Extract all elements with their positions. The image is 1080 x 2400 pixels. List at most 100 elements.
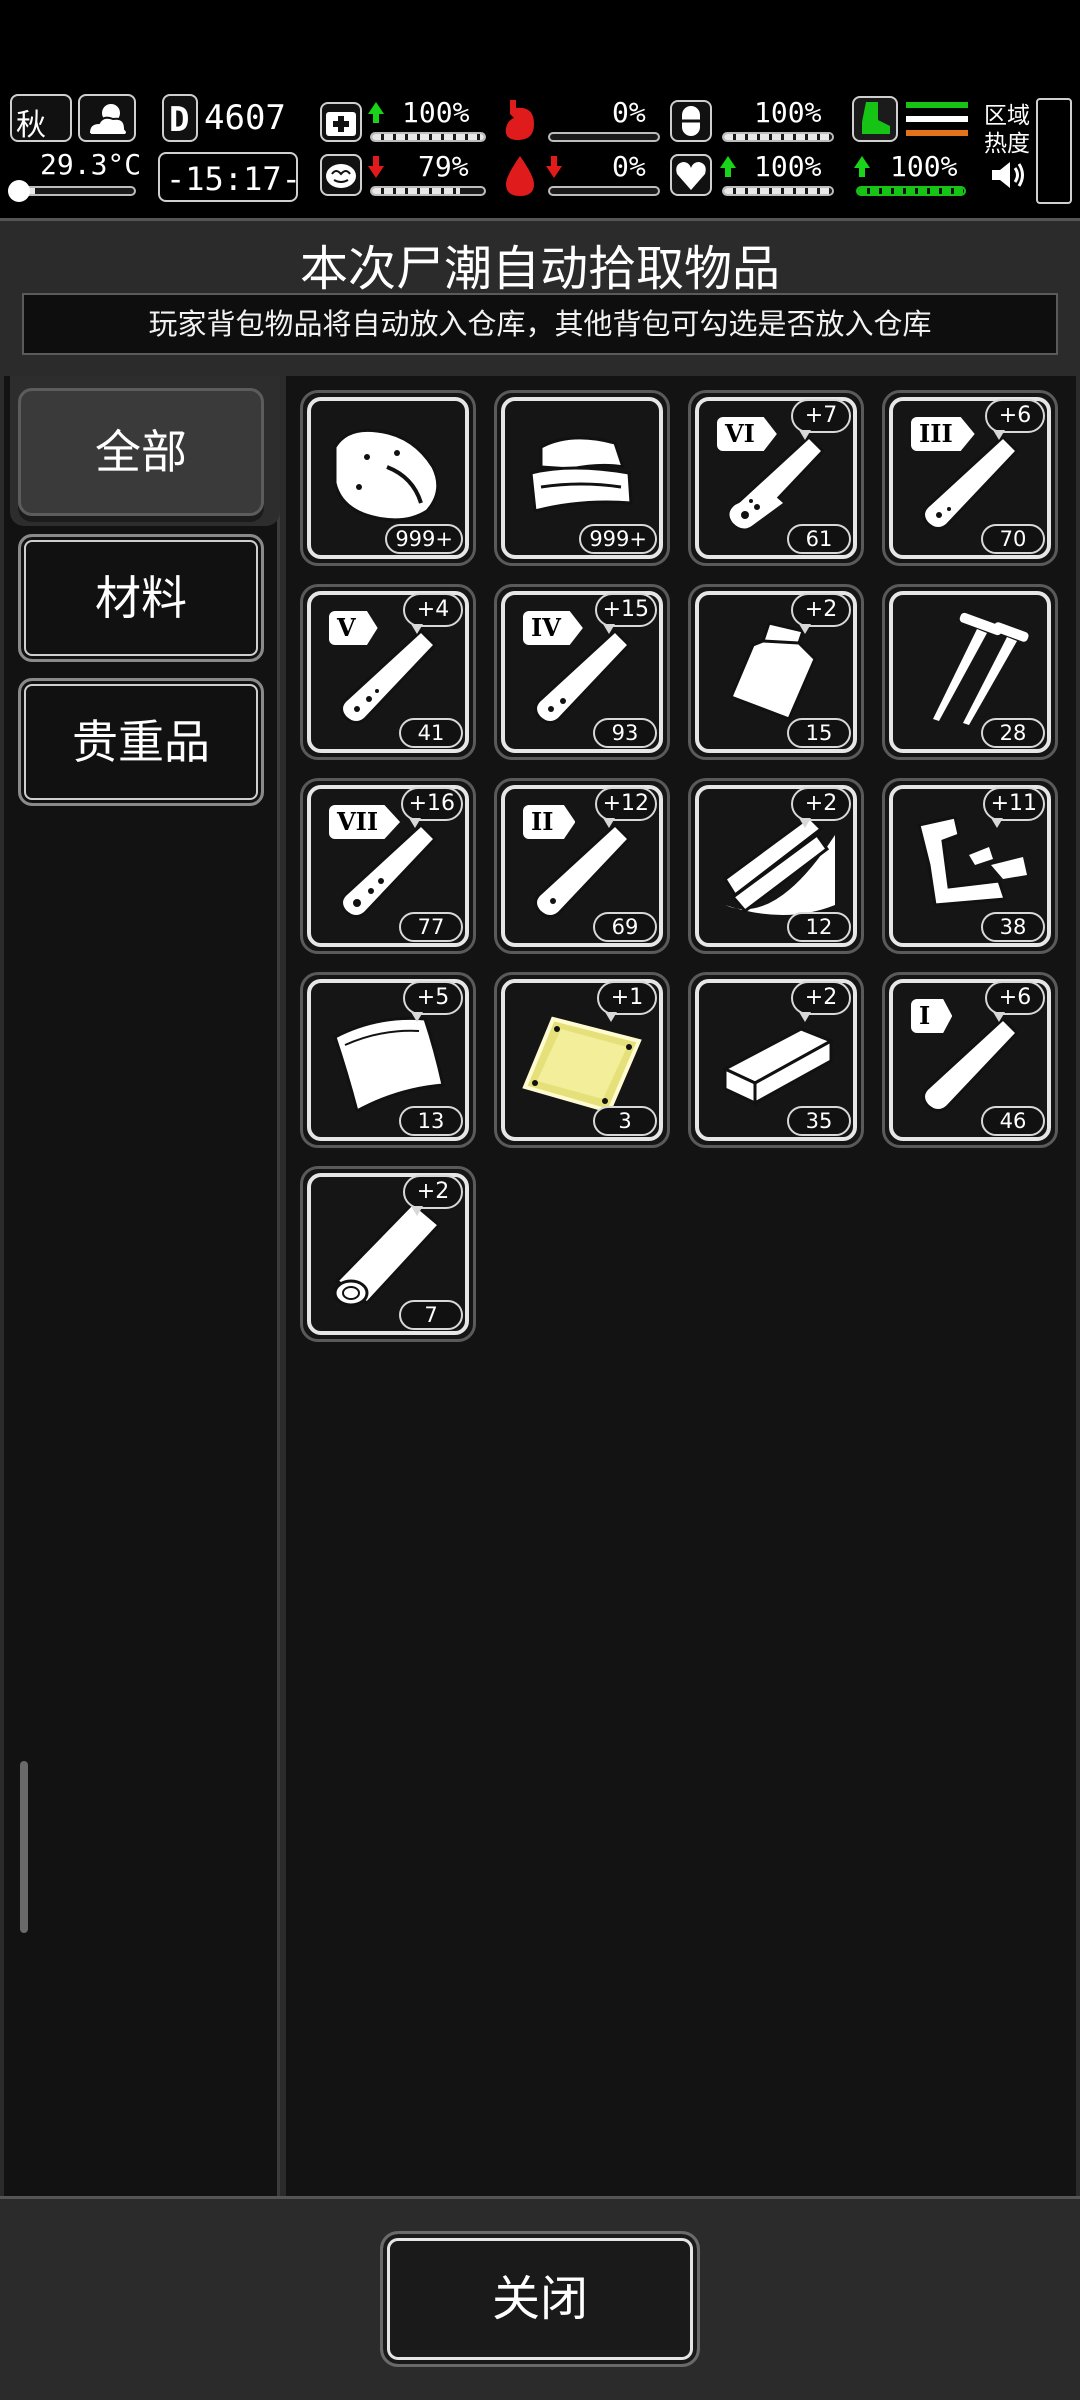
hunger-value: 0% bbox=[612, 96, 646, 129]
item-slot-nails[interactable]: 28 bbox=[882, 584, 1058, 760]
speed-bar bbox=[856, 186, 966, 196]
tab-all-label: 全部 bbox=[95, 425, 187, 479]
speed-up-arrow bbox=[854, 156, 870, 177]
pill-icon bbox=[670, 100, 712, 142]
item-bonus: +12 bbox=[594, 787, 657, 828]
thermometer-icon bbox=[8, 180, 30, 202]
item-count: 46 bbox=[981, 1106, 1045, 1136]
item-bonus: +16 bbox=[400, 787, 463, 828]
item-bonus: +6 bbox=[985, 399, 1045, 440]
day-counter: 4607 bbox=[204, 98, 286, 138]
clock-readout: -15:17- bbox=[166, 160, 301, 198]
item-slot-test-tube-ii[interactable]: II +12 69 bbox=[494, 778, 670, 954]
item-slot-test-tube-v[interactable]: V +4 41 bbox=[300, 584, 476, 760]
sanity-down-arrow bbox=[368, 156, 384, 178]
item-count: 15 bbox=[787, 718, 851, 748]
item-count: 999+ bbox=[579, 524, 657, 554]
health-bar bbox=[370, 132, 486, 142]
close-button[interactable]: 关闭 bbox=[380, 2231, 700, 2367]
day-box: D bbox=[162, 94, 198, 142]
tab-materials-label: 材料 bbox=[95, 571, 187, 625]
auto-loot-panel: 本次尸潮自动拾取物品 玩家背包物品将自动放入仓库，其他背包可勾选是否放入仓库 全… bbox=[0, 218, 1080, 2400]
item-count: 13 bbox=[399, 1106, 463, 1136]
panel-subtitle: 玩家背包物品将自动放入仓库，其他背包可勾选是否放入仓库 bbox=[148, 307, 932, 341]
item-count: 12 bbox=[787, 912, 851, 942]
tab-valuables-label: 贵重品 bbox=[72, 715, 210, 769]
item-count: 61 bbox=[787, 524, 851, 554]
area-heat-label: 区域热度 bbox=[984, 103, 1030, 157]
close-button-label: 关闭 bbox=[491, 2271, 588, 2327]
panel-subtitle-box: 玩家背包物品将自动放入仓库，其他背包可勾选是否放入仓库 bbox=[22, 293, 1058, 355]
category-sidebar: 全部 材料 贵重品 bbox=[4, 376, 280, 2196]
sidebar-scroll-handle[interactable] bbox=[20, 1761, 28, 1933]
item-count: 3 bbox=[593, 1106, 657, 1136]
brain-icon bbox=[320, 154, 362, 196]
day-prefix: D bbox=[169, 100, 190, 140]
season-box: 秋 bbox=[10, 94, 72, 143]
sanity-value: 79% bbox=[418, 150, 469, 183]
item-slot-test-tube-vi[interactable]: VI +7 61 bbox=[688, 390, 864, 566]
sanity-bar bbox=[370, 186, 486, 196]
speaker-icon[interactable] bbox=[988, 158, 1028, 192]
item-bonus: +2 bbox=[403, 1175, 463, 1216]
item-slot-test-tube-i[interactable]: I +6 46 bbox=[882, 972, 1058, 1148]
item-slot-test-tube-iii[interactable]: III +6 70 bbox=[882, 390, 1058, 566]
temperature-readout: 29.3°C bbox=[40, 148, 142, 181]
item-slot-wood-log[interactable]: +2 7 bbox=[300, 1166, 476, 1342]
item-slot-test-tube-vii[interactable]: VII +16 77 bbox=[300, 778, 476, 954]
blood-drop-icon bbox=[506, 156, 534, 196]
item-slot-leather[interactable]: +5 13 bbox=[300, 972, 476, 1148]
partly-cloudy-icon bbox=[87, 104, 128, 136]
medkit-icon bbox=[320, 102, 362, 142]
item-slot-test-tube-iv[interactable]: IV +15 93 bbox=[494, 584, 670, 760]
item-count: 7 bbox=[399, 1300, 463, 1330]
tab-all[interactable]: 全部 bbox=[18, 388, 264, 516]
status-hud: 秋 29.3°C D 4607 -15:17- 100% 79% 0% 0% 1… bbox=[0, 88, 1080, 208]
item-slot-raw-meat[interactable]: 999+ bbox=[300, 390, 476, 566]
item-bonus: +6 bbox=[985, 981, 1045, 1022]
item-bonus: +1 bbox=[597, 981, 657, 1022]
heart-value: 100% bbox=[754, 150, 822, 183]
item-grid: 999+ 999+ VI +7 61 III +6 70 V +4 41 IV bbox=[286, 376, 1076, 2196]
item-slot-wood-planks[interactable]: +2 12 bbox=[688, 778, 864, 954]
area-heat-meter bbox=[1036, 98, 1072, 204]
item-count: 70 bbox=[981, 524, 1045, 554]
item-bonus: +2 bbox=[791, 593, 851, 634]
item-slot-brick[interactable]: +2 35 bbox=[688, 972, 864, 1148]
hunger-bar bbox=[548, 132, 660, 142]
bleeding-bar bbox=[548, 186, 660, 196]
item-count: 35 bbox=[787, 1106, 851, 1136]
bleeding-value: 0% bbox=[612, 150, 646, 183]
heart-bar bbox=[722, 186, 834, 196]
item-count: 41 bbox=[399, 718, 463, 748]
item-bonus: +2 bbox=[791, 981, 851, 1022]
medicine-bar bbox=[722, 132, 834, 142]
item-slot-scrap-metal[interactable]: +11 38 bbox=[882, 778, 1058, 954]
item-count: 77 bbox=[399, 912, 463, 942]
boot-icon bbox=[852, 96, 898, 142]
panel-footer: 关闭 bbox=[0, 2196, 1080, 2400]
item-bonus: +7 bbox=[791, 399, 851, 440]
stomach-icon bbox=[505, 100, 534, 140]
item-count: 69 bbox=[593, 912, 657, 942]
stamina-bars bbox=[906, 102, 968, 140]
speed-value: 100% bbox=[890, 150, 958, 183]
item-count: 28 bbox=[981, 718, 1045, 748]
item-slot-pouch[interactable]: +2 15 bbox=[688, 584, 864, 760]
health-value: 100% bbox=[402, 96, 470, 129]
season-label: 秋 bbox=[16, 108, 46, 143]
tab-materials[interactable]: 材料 bbox=[18, 534, 264, 662]
item-slot-gold-plate[interactable]: +1 3 bbox=[494, 972, 670, 1148]
health-up-arrow bbox=[368, 102, 384, 123]
panel-title: 本次尸潮自动拾取物品 bbox=[299, 241, 780, 297]
bleeding-down-arrow bbox=[546, 156, 562, 178]
item-bonus: +5 bbox=[403, 981, 463, 1022]
item-bonus: +11 bbox=[982, 787, 1045, 828]
medicine-value: 100% bbox=[754, 96, 822, 129]
item-slot-cloth[interactable]: 999+ bbox=[494, 390, 670, 566]
heart-up-arrow bbox=[720, 156, 736, 177]
item-count: 93 bbox=[593, 718, 657, 748]
tab-valuables[interactable]: 贵重品 bbox=[18, 678, 264, 806]
item-bonus: +2 bbox=[791, 787, 851, 828]
weather-box bbox=[78, 94, 136, 142]
